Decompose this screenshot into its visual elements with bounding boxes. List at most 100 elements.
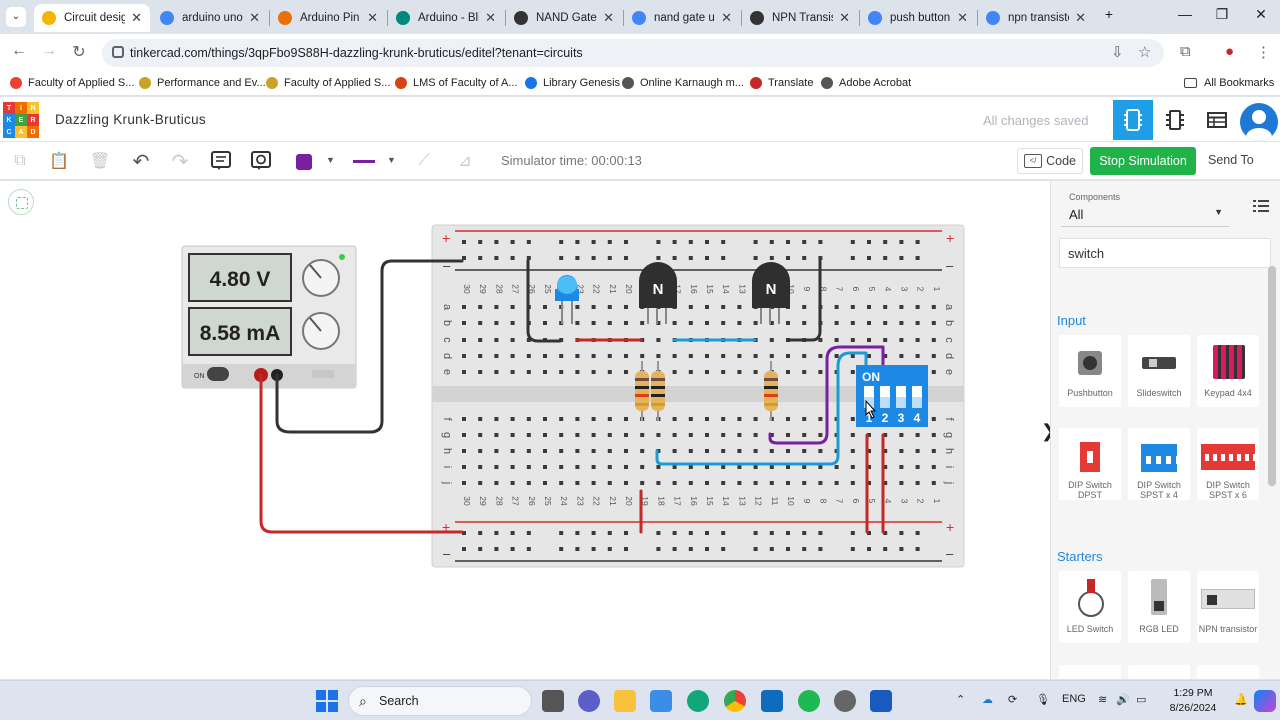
browser-tab[interactable]: push button ✕ (860, 4, 976, 32)
breadboard-hole[interactable] (688, 256, 693, 260)
breadboard-hole[interactable] (640, 433, 645, 437)
breadboard-hole[interactable] (607, 449, 612, 453)
forward-button[interactable]: → (38, 42, 60, 60)
breadboard-hole[interactable] (688, 531, 693, 535)
breadboard-hole[interactable] (737, 321, 742, 325)
breadboard-hole[interactable] (510, 256, 515, 260)
breadboard-hole[interactable] (672, 433, 677, 437)
schematic-view-button[interactable] (1155, 100, 1195, 140)
breadboard-hole[interactable] (640, 354, 645, 358)
rotate-icon[interactable]: ⟋ (413, 150, 435, 172)
breadboard-hole[interactable] (478, 321, 483, 325)
breadboard-hole[interactable] (526, 449, 531, 453)
extensions-icon[interactable]: ⧉ (1180, 43, 1191, 60)
breadboard-hole[interactable] (802, 256, 807, 260)
breadboard-hole[interactable] (478, 354, 483, 358)
breadboard-hole[interactable] (672, 465, 677, 469)
close-tab-icon[interactable]: ✕ (839, 10, 850, 26)
breadboard-hole[interactable] (478, 417, 483, 421)
breadboard-hole[interactable] (818, 481, 823, 485)
teams-icon[interactable] (578, 690, 600, 712)
breadboard-hole[interactable] (786, 321, 790, 325)
breadboard-hole[interactable] (915, 256, 920, 260)
breadboard-hole[interactable] (526, 240, 531, 244)
bookmark-item[interactable]: Faculty of Applied S... (266, 77, 390, 89)
breadboard-hole[interactable] (834, 465, 839, 469)
breadboard-hole[interactable] (543, 305, 547, 309)
close-tab-icon[interactable]: ✕ (249, 10, 260, 26)
breadboard-hole[interactable] (818, 465, 823, 469)
breadboard-hole[interactable] (575, 449, 580, 453)
breadboard-hole[interactable] (899, 531, 904, 535)
breadboard-hole[interactable] (656, 240, 661, 244)
tinkercad-logo[interactable]: TINKERCAD (3, 102, 39, 138)
breadboard-hole[interactable] (721, 256, 726, 260)
breadboard-hole[interactable] (802, 547, 807, 551)
breadboard-hole[interactable] (915, 354, 920, 358)
file-explorer-icon[interactable] (614, 690, 636, 712)
breadboard-hole[interactable] (640, 449, 645, 453)
breadboard-hole[interactable] (510, 531, 515, 535)
minimize-button[interactable]: — (1170, 6, 1200, 22)
breadboard-hole[interactable] (526, 370, 531, 374)
menu-icon[interactable]: ⋮ (1256, 43, 1271, 61)
breadboard-hole[interactable] (494, 547, 499, 551)
breadboard-hole[interactable] (786, 370, 790, 374)
breadboard-hole[interactable] (494, 354, 499, 358)
breadboard-hole[interactable] (915, 433, 920, 437)
breadboard-hole[interactable] (526, 531, 531, 535)
breadboard-hole[interactable] (899, 547, 904, 551)
paste-icon[interactable]: 📋 (48, 150, 70, 172)
breadboard-hole[interactable] (688, 370, 693, 374)
back-button[interactable]: ← (8, 42, 30, 60)
breadboard-hole[interactable] (705, 433, 709, 437)
breadboard-hole[interactable] (705, 417, 709, 421)
breadboard-hole[interactable] (769, 240, 774, 244)
breadboard-hole[interactable] (915, 547, 920, 551)
breadboard-hole[interactable] (802, 305, 807, 309)
breadboard-hole[interactable] (802, 240, 807, 244)
breadboard-hole[interactable] (737, 417, 742, 421)
starter-rgb-led[interactable]: RGB LED (1128, 571, 1190, 643)
starter-led-switch[interactable]: LED Switch (1059, 571, 1121, 643)
breadboard-hole[interactable] (607, 417, 612, 421)
breadboard-hole[interactable] (802, 354, 807, 358)
breadboard-hole[interactable] (899, 256, 904, 260)
close-tab-icon[interactable]: ✕ (485, 10, 496, 26)
address-bar[interactable]: tinkercad.com/things/3qpFbo9S88H-dazzlin… (102, 39, 1164, 67)
breadboard-hole[interactable] (462, 321, 466, 325)
breadboard-hole[interactable] (721, 370, 726, 374)
breadboard-hole[interactable] (867, 305, 871, 309)
taskbar-clock[interactable]: 1:29 PM 8/26/2024 (1158, 686, 1228, 716)
breadboard-hole[interactable] (624, 354, 628, 358)
breadboard-hole[interactable] (802, 465, 807, 469)
breadboard-hole[interactable] (705, 531, 709, 535)
breadboard-hole[interactable] (705, 256, 709, 260)
breadboard-hole[interactable] (705, 481, 709, 485)
browser-tab[interactable]: Arduino Pin C ✕ (270, 4, 386, 32)
breadboard-hole[interactable] (672, 531, 677, 535)
breadboard-hole[interactable] (526, 465, 531, 469)
breadboard-hole[interactable] (526, 256, 531, 260)
breadboard-hole[interactable] (850, 417, 855, 421)
breadboard-hole[interactable] (575, 354, 580, 358)
breadboard-hole[interactable] (802, 433, 807, 437)
breadboard-hole[interactable] (478, 531, 483, 535)
breadboard-hole[interactable] (850, 321, 855, 325)
breadboard-hole[interactable] (494, 449, 499, 453)
breadboard-hole[interactable] (721, 547, 726, 551)
breadboard-hole[interactable] (753, 354, 758, 358)
breadboard-hole[interactable] (591, 449, 596, 453)
breadboard-hole[interactable] (624, 433, 628, 437)
design-name[interactable]: Dazzling Krunk-Bruticus (55, 112, 206, 127)
breadboard-hole[interactable] (721, 531, 726, 535)
breadboard-hole[interactable] (737, 465, 742, 469)
breadboard-hole[interactable] (802, 321, 807, 325)
language-indicator[interactable]: ENG (1062, 693, 1086, 705)
breadboard-hole[interactable] (705, 354, 709, 358)
breadboard-hole[interactable] (705, 240, 709, 244)
breadboard-hole[interactable] (494, 338, 499, 342)
breadboard-hole[interactable] (850, 547, 855, 551)
breadboard-hole[interactable] (591, 256, 596, 260)
bookmark-item[interactable]: LMS of Faculty of A... (395, 77, 518, 89)
